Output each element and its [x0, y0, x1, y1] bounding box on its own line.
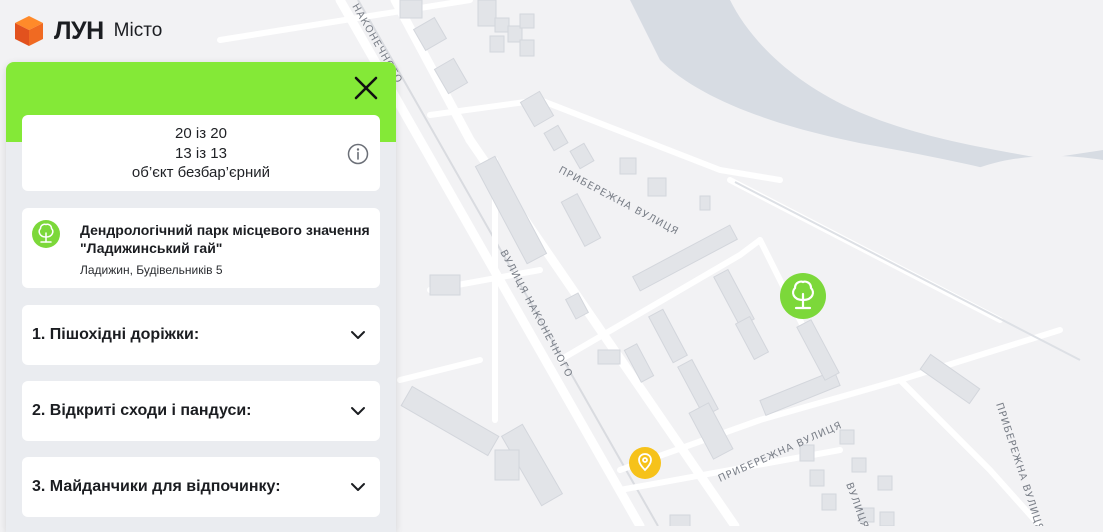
- brand-name: ЛУН: [54, 16, 104, 45]
- tree-icon: [38, 223, 54, 243]
- score-card: 20 із 20 13 із 13 об’єкт безбар’єрний: [22, 115, 380, 191]
- place-address: Ладижин, Будівельників 5: [80, 263, 223, 277]
- cube-icon: [15, 16, 43, 46]
- info-button[interactable]: [347, 143, 369, 165]
- accessibility-panel: 20 із 20 13 із 13 об’єкт безбар’єрний Де…: [6, 62, 396, 532]
- park-marker[interactable]: [780, 273, 826, 319]
- score-checked: 13 із 13: [175, 144, 227, 162]
- poi-marker[interactable]: [629, 447, 661, 479]
- info-icon: [347, 143, 369, 165]
- close-button[interactable]: [352, 74, 380, 102]
- section-label: 2. Відкриті сходи і пандуси:: [32, 402, 252, 419]
- accessibility-status: об’єкт безбар’єрний: [131, 164, 271, 181]
- score-total: 20 із 20: [175, 125, 227, 142]
- section-walkways[interactable]: 1. Пішохідні доріжки:: [22, 305, 380, 365]
- product-name: Місто: [113, 20, 163, 41]
- app-logo[interactable]: ЛУН Місто: [12, 14, 162, 48]
- section-label: 1. Пішохідні доріжки:: [32, 326, 200, 343]
- chevron-down-icon: [351, 331, 365, 339]
- close-icon: [354, 76, 378, 100]
- score-summary: 20 із 20 13 із 13 об’єкт безбар’єрний: [22, 124, 380, 183]
- place-card: Дендрологічний парк місцевого значення "…: [22, 208, 380, 288]
- place-icon: [32, 220, 60, 248]
- section-rest-areas[interactable]: 3. Майданчики для відпочинку:: [22, 457, 380, 517]
- place-name: Дендрологічний парк місцевого значення "…: [80, 222, 370, 256]
- chevron-down-icon: [351, 483, 365, 491]
- chevron-down-icon: [351, 407, 365, 415]
- section-label: 3. Майданчики для відпочинку:: [32, 478, 281, 495]
- section-stairs-ramps[interactable]: 2. Відкриті сходи і пандуси:: [22, 381, 380, 441]
